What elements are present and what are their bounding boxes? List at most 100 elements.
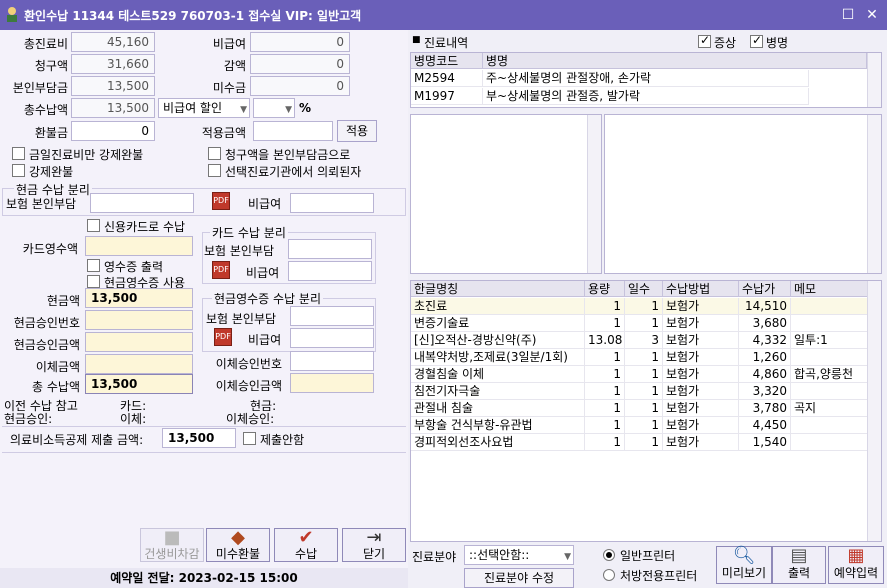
table-cell[interactable]: 보험가 <box>663 400 739 417</box>
unpaid-refund-button[interactable]: ◆ 미수환불 <box>206 528 270 562</box>
table-cell[interactable]: 부항술 건식부항-유관법 <box>411 417 585 434</box>
preview-button[interactable]: 🔍︎ 미리보기 <box>716 546 772 584</box>
table-cell[interactable]: 곡지 <box>791 400 869 417</box>
today-only-checkbox[interactable] <box>12 147 25 160</box>
table-cell[interactable]: 보험가 <box>663 366 739 383</box>
cash-approval-no-field[interactable] <box>85 310 193 330</box>
table-cell[interactable]: 1,260 <box>739 349 791 366</box>
table-cell[interactable]: 내복약처방,조제료(3일분/1회) <box>411 349 585 366</box>
unpaid-field[interactable]: 0 <box>250 76 350 96</box>
table-cell[interactable]: 보험가 <box>663 332 739 349</box>
table-cell[interactable]: 보험가 <box>663 417 739 434</box>
transfer-amt-field[interactable] <box>85 354 193 374</box>
cash-approval-amt-field[interactable] <box>85 332 193 352</box>
noncov-discount-select[interactable]: 비급여 할인 ▼ <box>158 98 250 118</box>
table-cell[interactable]: 1 <box>585 349 625 366</box>
reserve-button[interactable]: ▦ 예약입력 <box>828 546 884 584</box>
claim-field[interactable]: 31,660 <box>71 54 155 74</box>
print-button[interactable]: ▤ 출력 <box>772 546 826 584</box>
table-cell[interactable]: 13.08 <box>585 332 625 349</box>
table-cell[interactable]: 경피적외선조사요법 <box>411 434 585 451</box>
disease-checkbox[interactable] <box>750 33 763 48</box>
discount-field[interactable]: 0 <box>250 54 350 74</box>
table-cell[interactable] <box>791 315 869 332</box>
not-submit-checkbox[interactable] <box>243 432 256 445</box>
table-cell[interactable]: 보험가 <box>663 298 739 315</box>
table-cell[interactable]: 1 <box>625 315 663 332</box>
symptom-panel[interactable] <box>410 114 602 274</box>
scrollbar[interactable] <box>587 115 601 273</box>
card-recv-field[interactable] <box>85 236 193 256</box>
force-full-checkbox[interactable] <box>12 164 25 177</box>
deduction-field[interactable]: 13,500 <box>162 428 236 448</box>
cash-split-noncov-field[interactable] <box>290 193 374 213</box>
refund-field[interactable]: 0 <box>71 121 155 141</box>
claim-to-self-checkbox[interactable] <box>208 147 221 160</box>
table-cell[interactable]: 합곡,양릉천 <box>791 366 869 383</box>
card-split-noncov-field[interactable] <box>288 261 372 281</box>
table-cell[interactable]: 부~상세불명의 관절증, 발가락 <box>483 88 809 105</box>
general-printer-radio[interactable] <box>603 549 615 561</box>
total-field[interactable]: 45,160 <box>71 32 155 52</box>
table-cell[interactable] <box>791 349 869 366</box>
rx-printer-radio[interactable] <box>603 569 615 581</box>
table-cell[interactable]: 3,320 <box>739 383 791 400</box>
table-cell[interactable]: 3 <box>625 332 663 349</box>
construction-button[interactable]: ■ 건생비차감 <box>140 528 204 562</box>
self-field[interactable]: 13,500 <box>71 76 155 96</box>
total-recv-field[interactable]: 13,500 <box>71 98 155 118</box>
table-cell[interactable]: 1 <box>585 434 625 451</box>
cr-split-ins-field[interactable] <box>290 306 374 326</box>
table-cell[interactable]: 침전기자극술 <box>411 383 585 400</box>
scrollbar[interactable] <box>867 53 881 107</box>
pdf-icon[interactable]: PDF <box>214 328 232 346</box>
table-cell[interactable]: 초진료 <box>411 298 585 315</box>
table-cell[interactable]: 경혈침술 이체 <box>411 366 585 383</box>
table-cell[interactable]: 보험가 <box>663 383 739 400</box>
discount-rate-select[interactable]: ▼ <box>253 98 295 118</box>
table-cell[interactable]: 1 <box>625 417 663 434</box>
pdf-icon[interactable]: PDF <box>212 192 230 210</box>
close-button[interactable]: ⇥ 닫기 <box>342 528 406 562</box>
total-recv2-field[interactable]: 13,500 <box>85 374 193 394</box>
table-cell[interactable]: 변증기술료 <box>411 315 585 332</box>
table-cell[interactable]: 관절내 침술 <box>411 400 585 417</box>
transfer-no-field[interactable] <box>290 351 374 371</box>
maximize-icon[interactable]: ☐ <box>840 6 856 24</box>
receive-button[interactable]: ✔ 수납 <box>274 528 338 562</box>
table-cell[interactable]: M1997 <box>411 88 483 105</box>
cash-receipt-checkbox[interactable] <box>87 275 100 288</box>
transfer-approval-amt-field[interactable] <box>290 373 374 393</box>
diagnosis-table[interactable]: 병명코드 병명 M2594 주~상세불명의 관절장애, 손가락 M1997 부~… <box>410 52 882 108</box>
cr-split-noncov-field[interactable] <box>290 328 374 348</box>
scrollbar[interactable] <box>867 281 881 541</box>
field-select[interactable]: ::선택안함:: ▼ <box>464 545 574 565</box>
table-cell[interactable]: 일투:1 <box>791 332 869 349</box>
scrollbar[interactable] <box>867 115 881 273</box>
items-table[interactable]: 한글명칭 용량 일수 수납방법 수납가 메모 초진료 1 1 보험가 14,510 변증기… <box>410 280 882 542</box>
table-cell[interactable]: 1 <box>625 298 663 315</box>
table-cell[interactable]: 1,540 <box>739 434 791 451</box>
table-cell[interactable]: 1 <box>585 400 625 417</box>
table-cell[interactable]: 3,780 <box>739 400 791 417</box>
table-cell[interactable]: [신]오적산-경방신약(주) <box>411 332 585 349</box>
noncov-field[interactable]: 0 <box>250 32 350 52</box>
table-cell[interactable]: 1 <box>625 434 663 451</box>
close-icon[interactable]: ✕ <box>864 6 880 24</box>
table-cell[interactable] <box>791 383 869 400</box>
table-cell[interactable]: 1 <box>625 349 663 366</box>
receipt-print-checkbox[interactable] <box>87 259 100 272</box>
table-cell[interactable]: 1 <box>585 298 625 315</box>
table-cell[interactable]: 4,450 <box>739 417 791 434</box>
table-cell[interactable] <box>791 417 869 434</box>
apply-amount-field[interactable] <box>253 121 333 141</box>
referred-checkbox[interactable] <box>208 164 221 177</box>
table-cell[interactable] <box>791 434 869 451</box>
card-split-ins-field[interactable] <box>288 239 372 259</box>
table-cell[interactable]: 보험가 <box>663 315 739 332</box>
table-cell[interactable]: 보험가 <box>663 349 739 366</box>
table-cell[interactable]: 1 <box>625 383 663 400</box>
table-cell[interactable]: 1 <box>585 315 625 332</box>
table-cell[interactable]: M2594 <box>411 70 483 87</box>
symptom-checkbox[interactable] <box>698 33 711 48</box>
